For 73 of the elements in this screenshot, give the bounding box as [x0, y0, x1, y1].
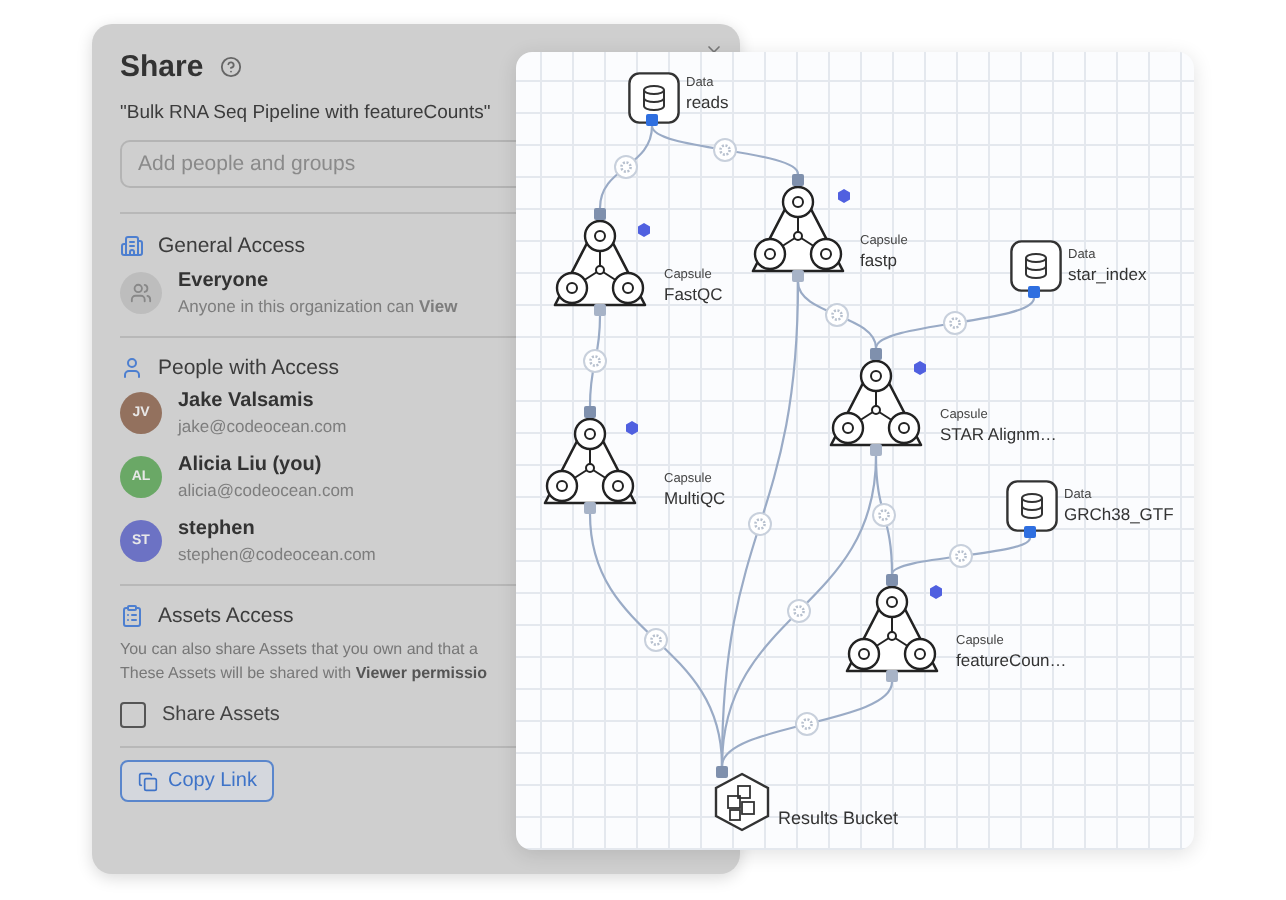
database-node-icon	[1010, 240, 1062, 292]
node-name: STAR Alignm…	[940, 424, 1057, 444]
port-icon[interactable]	[870, 348, 882, 360]
gear-icon	[872, 503, 896, 527]
person-name: Everyone	[178, 270, 271, 292]
capsule-icon	[842, 580, 942, 676]
person-name: stephen	[178, 518, 257, 540]
gear-icon	[949, 544, 973, 568]
capsule-icon	[826, 354, 926, 450]
person-email: stephen@codeocean.com	[178, 544, 376, 564]
person-name: Jake Valsamis	[178, 390, 316, 412]
node-name: fastp	[860, 250, 899, 270]
capsule-icon	[550, 214, 650, 310]
gear-icon	[644, 628, 668, 652]
gear-icon	[825, 303, 849, 327]
port-icon[interactable]	[584, 406, 596, 418]
clipboard-icon	[120, 604, 144, 628]
checkbox-label: Share Assets	[162, 704, 280, 726]
port-icon[interactable]	[716, 766, 728, 778]
dialog-title: Share	[120, 49, 204, 83]
node-name: FastQC	[664, 284, 723, 304]
port-icon[interactable]	[646, 114, 658, 126]
gear-icon	[943, 311, 967, 335]
access-description: Anyone in this organization can View	[178, 296, 458, 316]
gear-icon	[795, 712, 819, 736]
node-name: reads	[686, 92, 729, 112]
section-title: General Access	[158, 234, 306, 258]
hexagon-icon	[626, 421, 638, 435]
port-icon[interactable]	[886, 670, 898, 682]
checkbox[interactable]	[120, 702, 146, 728]
capsule-icon	[748, 180, 848, 276]
node-name: featureCoun…	[956, 650, 1067, 670]
person-email: alicia@codeocean.com	[178, 480, 355, 500]
database-node-icon	[1006, 480, 1058, 532]
port-icon[interactable]	[594, 304, 606, 316]
user-icon	[120, 356, 144, 380]
port-icon[interactable]	[584, 502, 596, 514]
person-name: Alicia Liu (you)	[178, 454, 324, 476]
port-icon[interactable]	[1024, 526, 1036, 538]
building-icon	[120, 234, 144, 258]
group-avatar	[120, 272, 162, 314]
pipeline-name: "Bulk RNA Seq Pipeline with featureCounts"	[120, 102, 491, 124]
person-email: jake@codeocean.com	[178, 416, 347, 436]
port-icon[interactable]	[870, 444, 882, 456]
port-icon[interactable]	[792, 174, 804, 186]
hexagon-icon	[914, 361, 926, 375]
copy-icon	[138, 771, 158, 791]
database-node-icon	[628, 72, 680, 124]
section-title: Assets Access	[158, 604, 294, 628]
section-title: People with Access	[158, 356, 339, 380]
hexagon-icon	[838, 189, 850, 203]
hexagon-icon	[638, 223, 650, 237]
hexagon-icon	[930, 585, 942, 599]
gear-icon	[748, 512, 772, 536]
capsule-icon	[540, 412, 640, 508]
node-name: Results Bucket	[778, 808, 899, 828]
assets-description: You can also share Assets that you own and that a	[120, 638, 478, 662]
gear-icon	[787, 599, 811, 623]
port-icon[interactable]	[1028, 286, 1040, 298]
assets-description: These Assets will be shared with Viewer permissio	[120, 662, 488, 686]
node-name: MultiQC	[664, 488, 726, 508]
hexagon-cubes-icon	[712, 772, 772, 832]
connector-line	[588, 315, 602, 407]
node-name: GRCh38_GTF	[1064, 504, 1174, 524]
gear-icon	[614, 155, 638, 179]
port-icon[interactable]	[594, 208, 606, 220]
port-icon[interactable]	[886, 574, 898, 586]
help-icon[interactable]	[219, 55, 242, 77]
node-name: star_index	[1068, 264, 1147, 284]
copy-link-button[interactable]: Copy Link	[120, 760, 275, 802]
port-icon[interactable]	[792, 270, 804, 282]
gear-icon	[713, 138, 737, 162]
gear-icon	[583, 349, 607, 373]
